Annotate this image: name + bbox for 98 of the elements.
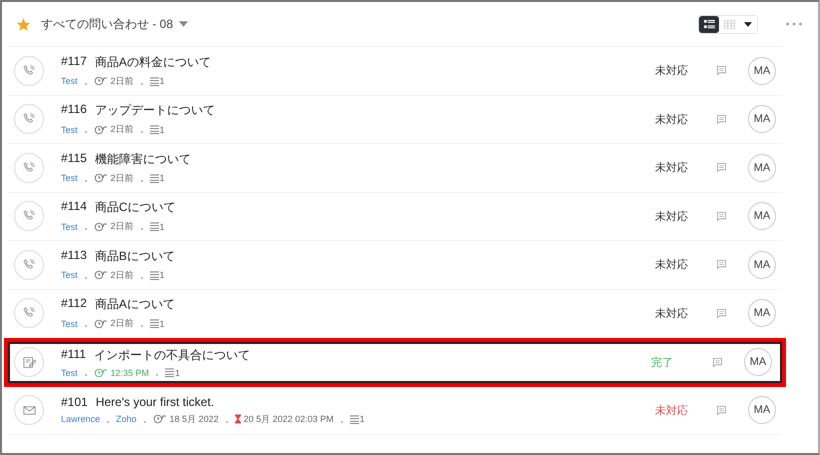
ticket-number[interactable]: #115 xyxy=(61,150,87,168)
agent-avatar[interactable]: MA xyxy=(744,348,772,376)
ticket-row[interactable]: #115 機能障害について Test 2日前 1 未対応 MA xyxy=(8,144,782,192)
caret-icon xyxy=(744,22,752,26)
comment-icon[interactable] xyxy=(713,358,722,367)
threads-icon xyxy=(150,222,159,232)
agent-avatar[interactable]: MA xyxy=(748,250,776,279)
threads-icon xyxy=(350,414,359,424)
ticket-time: 2日前 xyxy=(110,317,134,330)
agent-avatar[interactable]: MA xyxy=(748,154,776,182)
ticket-status[interactable]: 未対応 xyxy=(655,160,705,176)
ticket-subject[interactable]: 商品Aについて xyxy=(94,296,175,314)
agent-avatar[interactable]: MA xyxy=(748,396,776,424)
ticket-row[interactable]: #117 商品Aの料金について Test 2日前 1 未対応 MA xyxy=(8,47,782,96)
ticket-time: 18 5月 2022 xyxy=(170,412,219,426)
comment-icon[interactable] xyxy=(717,212,726,221)
ticket-subject[interactable]: 商品Aの料金について xyxy=(94,54,211,71)
ticket-number[interactable]: #117 xyxy=(61,54,87,71)
ticket-time: 2日前 xyxy=(110,268,134,282)
ticket-status[interactable]: 未対応 xyxy=(655,402,705,418)
clock-icon xyxy=(152,414,167,424)
ticket-number[interactable]: #114 xyxy=(61,199,87,216)
ticket-subject[interactable]: インポートの不具合について xyxy=(94,346,250,364)
clock-icon xyxy=(94,318,108,329)
comment-icon[interactable] xyxy=(717,260,726,270)
list-view-button[interactable] xyxy=(699,16,719,32)
caret-icon[interactable] xyxy=(179,21,188,27)
ticket-subject[interactable]: 商品Bについて xyxy=(94,248,175,265)
clock-icon xyxy=(94,124,108,135)
clock-icon xyxy=(94,76,108,86)
grid-icon xyxy=(724,20,734,28)
ticket-time: 2日前 xyxy=(110,123,134,136)
contact-link[interactable]: Test xyxy=(61,173,78,184)
contact-link[interactable]: Test xyxy=(61,76,78,86)
ticket-status[interactable]: 未対応 xyxy=(655,112,705,127)
clock-icon xyxy=(94,222,108,232)
agent-avatar[interactable]: MA xyxy=(748,105,776,134)
contact-link[interactable]: Lawrence xyxy=(61,414,100,424)
ticket-status[interactable]: 未対応 xyxy=(655,63,705,78)
thread-count: 1 xyxy=(160,270,165,280)
ticket-time: 12:35 PM xyxy=(110,368,150,378)
clock-icon xyxy=(94,368,108,378)
comment-icon[interactable] xyxy=(717,406,726,415)
hourglass-icon xyxy=(234,414,241,424)
contact-link[interactable]: Test xyxy=(61,124,78,135)
ticket-number[interactable]: #111 xyxy=(61,346,86,364)
ticket-status[interactable]: 未対応 xyxy=(655,208,705,224)
threads-icon xyxy=(150,125,159,134)
contact-link[interactable]: Test xyxy=(61,368,78,378)
ticket-number[interactable]: #112 xyxy=(61,296,87,314)
clock-icon xyxy=(94,270,108,280)
threads-icon xyxy=(165,368,174,378)
ticket-row[interactable]: #113 商品Bについて Test 2日前 1 未対応 MA xyxy=(8,241,782,290)
agent-avatar[interactable]: MA xyxy=(748,202,776,230)
ticket-status[interactable]: 未対応 xyxy=(655,257,705,272)
contact-link[interactable]: Test xyxy=(61,270,78,280)
ticket-number[interactable]: #113 xyxy=(61,248,87,265)
thread-count: 1 xyxy=(160,222,165,232)
due-date: 20 5月 2022 02:03 PM xyxy=(244,412,334,426)
agent-avatar[interactable]: MA xyxy=(748,299,776,328)
threads-icon xyxy=(150,76,159,86)
thread-count: 1 xyxy=(160,318,165,329)
ticket-subject[interactable]: Here's your first ticket. xyxy=(96,394,214,409)
ticket-row[interactable]: #116 アップデートについて Test 2日前 1 未対応 MA xyxy=(8,96,782,144)
agent-avatar[interactable]: MA xyxy=(748,56,776,85)
more-icon[interactable] xyxy=(786,22,802,26)
highlighted-ticket-row[interactable]: #111 インポートの不具合について Test 12:35 PM 1 完了 MA xyxy=(4,338,786,386)
ticket-time: 2日前 xyxy=(110,74,134,88)
comment-icon[interactable] xyxy=(717,114,726,124)
thread-count: 1 xyxy=(160,124,165,135)
threads-icon xyxy=(150,270,159,280)
ticket-subject[interactable]: アップデートについて xyxy=(94,102,215,120)
star-icon[interactable] xyxy=(16,16,31,32)
contact-link[interactable]: Test xyxy=(61,222,78,232)
ticket-row[interactable]: #114 商品Cについて Test 2日前 1 未対応 MA xyxy=(8,192,782,241)
ticket-subject[interactable]: 機能障害について xyxy=(94,150,191,168)
ticket-subject[interactable]: 商品Cについて xyxy=(94,199,176,216)
ticket-number[interactable]: #116 xyxy=(61,102,87,120)
contact-link[interactable]: Zoho xyxy=(116,414,137,424)
ticket-time: 2日前 xyxy=(110,172,134,185)
view-title[interactable]: すべての問い合わせ - 08 xyxy=(41,16,174,32)
threads-icon xyxy=(150,174,159,183)
ticket-status[interactable]: 未対応 xyxy=(655,306,705,321)
thread-count: 1 xyxy=(160,173,165,184)
ticket-number[interactable]: #101 xyxy=(61,394,88,409)
clock-icon xyxy=(94,173,108,184)
ticket-time: 2日前 xyxy=(110,220,134,234)
thread-count: 1 xyxy=(160,76,165,86)
thread-count: 1 xyxy=(360,414,365,424)
threads-icon xyxy=(150,319,159,328)
contact-link[interactable]: Test xyxy=(61,318,78,329)
comment-icon[interactable] xyxy=(717,66,726,76)
ticket-row[interactable]: #112 商品Aについて Test 2日前 1 未対応 MA xyxy=(8,290,782,338)
comment-icon[interactable] xyxy=(717,308,726,318)
thread-count: 1 xyxy=(175,368,180,378)
ticket-row[interactable]: #101 Here's your first ticket. Lawrence Zoho 18 5月 2022 20 5月 2022 02:03 PM 1 未対応 MA xyxy=(8,386,782,435)
comment-icon[interactable] xyxy=(717,163,726,172)
list-icon xyxy=(704,20,714,28)
